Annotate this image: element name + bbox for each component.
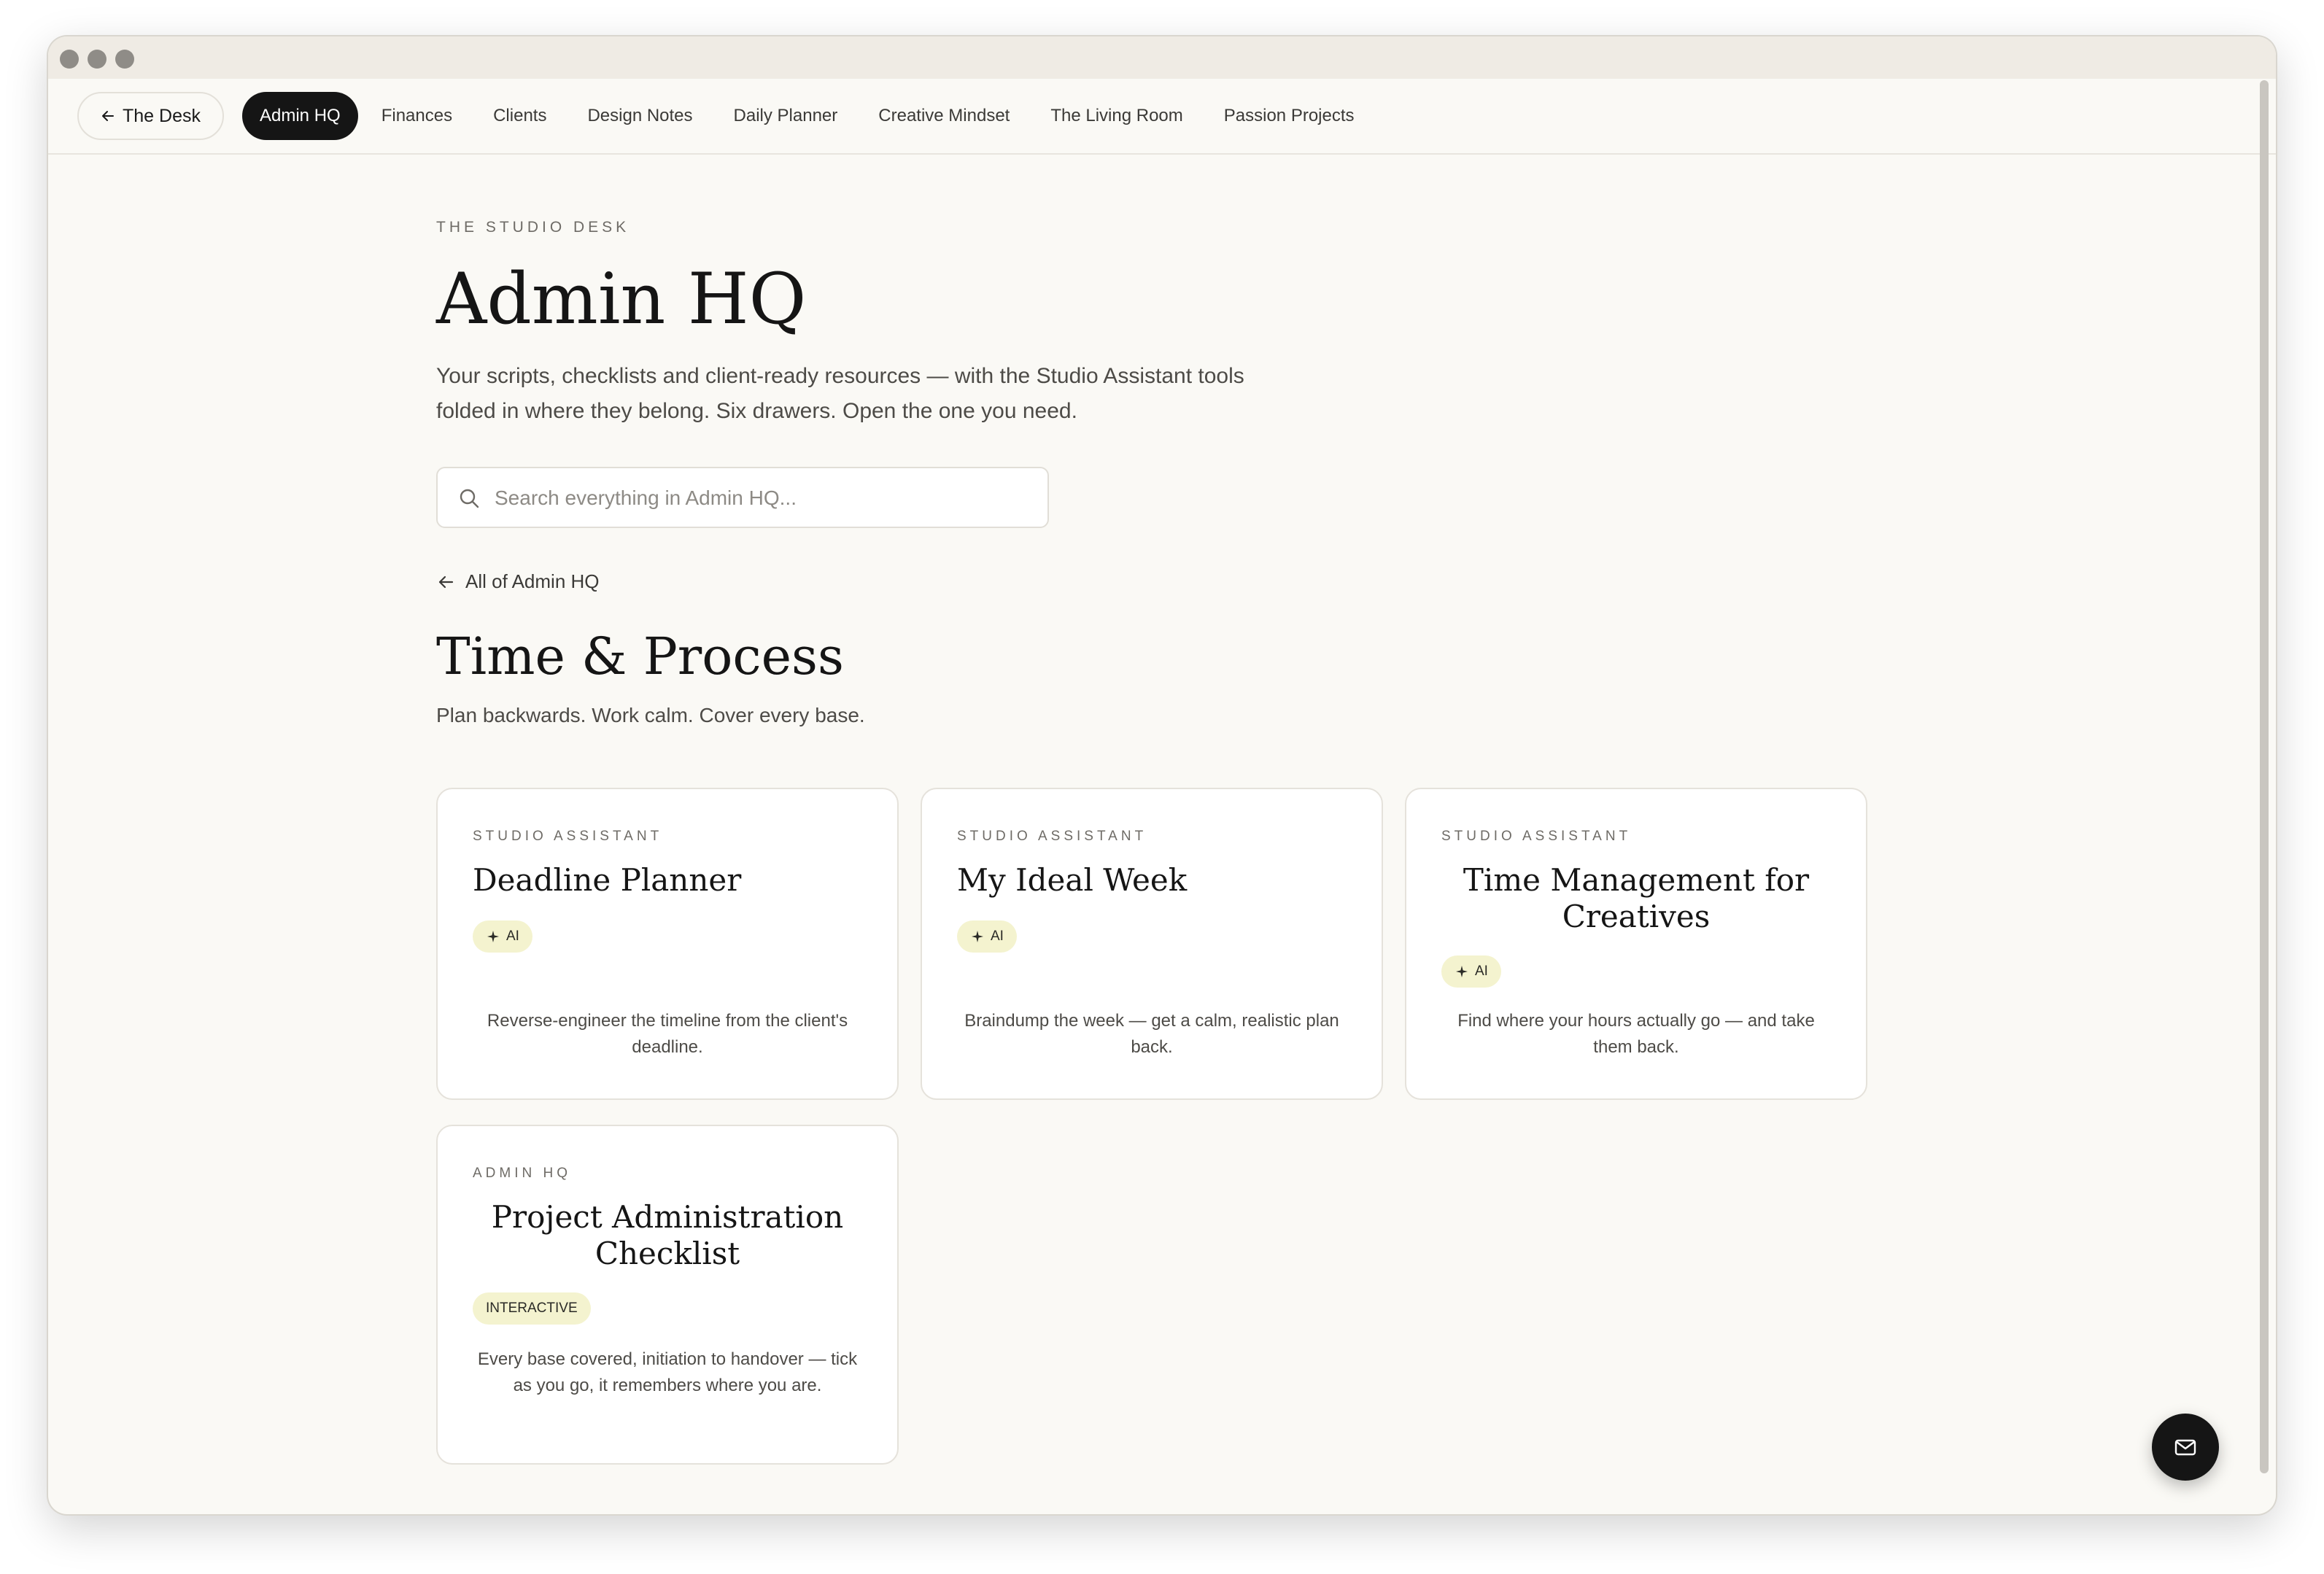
search-icon [460,489,479,508]
page-eyebrow: THE STUDIO DESK [436,219,630,236]
card-label: ADMIN HQ [473,1166,571,1181]
card-title: Deadline Planner [473,862,742,898]
nav-tab[interactable]: Passion Projects [1206,92,1372,140]
section-title: Time & Process [436,627,844,686]
card-title: My Ideal Week [957,862,1188,898]
nav-tab[interactable]: Design Notes [570,92,710,140]
sparkle-icon [1456,966,1468,977]
nav-tab[interactable]: Admin HQ [242,92,358,140]
search-input[interactable] [493,468,1036,528]
card-title: Project Administration Checklist [491,1199,844,1271]
tool-card-time-management[interactable]: STUDIO ASSISTANT Time Management for Cre… [1405,788,1867,1100]
window-close-button[interactable] [60,50,79,69]
ai-badge: AI [957,920,1017,953]
badge-label: AI [506,928,519,944]
nav-tabs: Admin HQ Finances Clients Design Notes D… [242,92,1372,140]
search-box [436,467,1049,528]
top-navigation: The Desk Admin HQ Finances Clients Desig… [48,79,2276,155]
nav-tab[interactable]: Creative Mindset [861,92,1027,140]
nav-tab-label: Creative Mindset [878,106,1010,125]
nav-tab-label: Daily Planner [733,106,838,125]
all-admin-hq-link[interactable]: All of Admin HQ [436,570,1895,593]
ai-badge: AI [1441,955,1501,988]
card-label: STUDIO ASSISTANT [957,829,1147,844]
window-maximize-button[interactable] [115,50,134,69]
nav-tab-label: Passion Projects [1223,106,1355,125]
nav-tab[interactable]: Finances [364,92,470,140]
page-title: Admin HQ [436,258,807,340]
badge-label: AI [1475,964,1488,979]
arrow-left-icon [102,111,114,121]
scrollbar-thumb[interactable] [2260,80,2269,1473]
window-minimize-button[interactable] [88,50,106,69]
section-subtitle: Plan backwards. Work calm. Cover every b… [436,704,865,726]
nav-tab-label: Admin HQ [260,106,341,125]
card-label: STUDIO ASSISTANT [1441,829,1632,844]
nav-tab[interactable]: Daily Planner [716,92,856,140]
badge-label: AI [991,928,1004,944]
ai-badge: AI [473,920,532,953]
card-label: STUDIO ASSISTANT [473,829,663,844]
interactive-badge: INTERACTIVE [473,1292,591,1325]
tool-card-project-admin-checklist[interactable]: ADMIN HQ Project Administration Checklis… [436,1125,899,1465]
window-titlebar [48,36,2276,79]
nav-tab[interactable]: The Living Room [1033,92,1200,140]
all-admin-hq-label: All of Admin HQ [465,570,600,592]
nav-tab-label: Finances [381,106,453,125]
mail-icon [2174,1439,2196,1456]
tool-card-my-ideal-week[interactable]: STUDIO ASSISTANT My Ideal Week AI Braind… [921,788,1383,1100]
nav-tab[interactable]: Clients [476,92,564,140]
browser-window: The Desk Admin HQ Finances Clients Desig… [48,36,2276,1514]
back-to-desk-label: The Desk [123,105,201,126]
main-content: THE STUDIO DESK Admin HQ Your scripts, c… [436,219,1895,1465]
tool-card-deadline-planner[interactable]: STUDIO ASSISTANT Deadline Planner AI Rev… [436,788,899,1100]
card-title: Time Management for Creatives [1463,862,1810,934]
vertical-scrollbar[interactable] [2257,80,2271,1473]
nav-tab-label: Design Notes [587,106,693,125]
card-description: Braindump the week — get a calm, realist… [964,1011,1339,1057]
sparkle-icon [972,931,983,942]
card-description: Find where your hours actually go — and … [1457,1011,1815,1057]
nav-tab-label: The Living Room [1050,106,1183,125]
arrow-left-icon [438,575,454,588]
contact-mail-button[interactable] [2152,1414,2219,1481]
back-to-desk-button[interactable]: The Desk [77,92,224,140]
nav-tab-label: Clients [493,106,547,125]
page-intro: Your scripts, checklists and client-read… [436,364,1244,423]
badge-label: INTERACTIVE [486,1300,578,1316]
card-description: Reverse-engineer the timeline from the c… [487,1011,848,1057]
sparkle-icon [487,931,499,942]
card-description: Every base covered, initiation to handov… [477,1349,858,1395]
